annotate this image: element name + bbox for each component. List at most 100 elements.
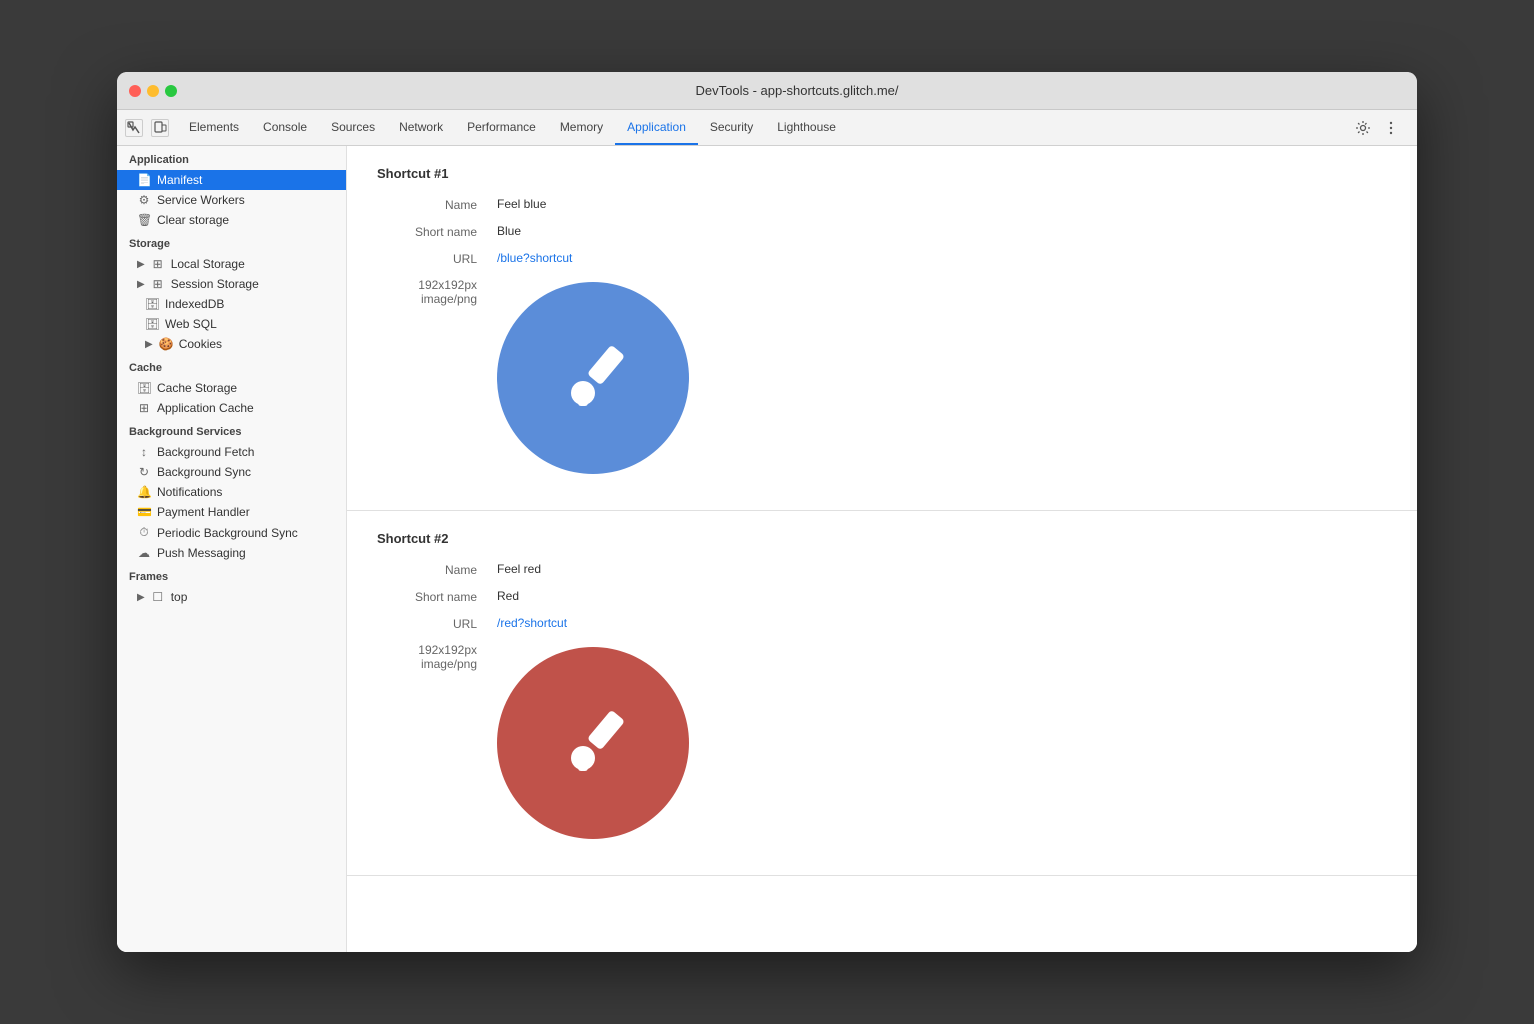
- sidebar-item-clear-storage[interactable]: 🗑 Clear storage: [117, 210, 346, 230]
- shortcut-1-name-value: Feel blue: [497, 197, 546, 211]
- shortcut-2-name-field: Name Feel red: [377, 562, 1387, 577]
- bell-icon: 🔔: [137, 485, 151, 499]
- grid-icon: ⊞: [137, 401, 151, 415]
- close-button[interactable]: [129, 85, 141, 97]
- payment-icon: 💳: [137, 505, 151, 519]
- background-services-header: Background Services: [117, 418, 346, 442]
- storage-section-header: Storage: [117, 230, 346, 254]
- brush-icon: [553, 703, 633, 783]
- sidebar-item-application-cache[interactable]: ⊞ Application Cache: [117, 398, 346, 418]
- maximize-button[interactable]: [165, 85, 177, 97]
- shortcut-1-url-value[interactable]: /blue?shortcut: [497, 251, 572, 265]
- tab-console[interactable]: Console: [251, 110, 319, 145]
- shortcut-2-url-value[interactable]: /red?shortcut: [497, 616, 567, 630]
- arrow-icon: ▶: [145, 339, 153, 350]
- content-area: Shortcut #1 Name Feel blue Short name Bl…: [347, 146, 1417, 952]
- tab-sources[interactable]: Sources: [319, 110, 387, 145]
- sidebar-item-payment-handler[interactable]: 💳 Payment Handler: [117, 502, 346, 522]
- minimize-button[interactable]: [147, 85, 159, 97]
- shortcut-2-shortname-value: Red: [497, 589, 519, 603]
- shortcut-1-name-field: Name Feel blue: [377, 197, 1387, 212]
- shortcut-2-url-field: URL /red?shortcut: [377, 616, 1387, 631]
- shortcut-2-shortname-field: Short name Red: [377, 589, 1387, 604]
- shortcut-1-icon-preview: [497, 282, 689, 474]
- shortcut-1-shortname-field: Short name Blue: [377, 224, 1387, 239]
- gear-icon: ⚙: [137, 193, 151, 207]
- sync-icon: ↻: [137, 465, 151, 479]
- tab-performance[interactable]: Performance: [455, 110, 548, 145]
- sidebar: Application 📄 Manifest ⚙ Service Workers…: [117, 146, 347, 952]
- sidebar-item-cookies[interactable]: ▶ 🍪 Cookies: [117, 334, 346, 354]
- device-icon[interactable]: [151, 119, 169, 137]
- shortcut-2-image-field: 192x192px image/png: [377, 643, 1387, 839]
- arrow-icon: ▶: [137, 592, 145, 603]
- shortcut-1-title: Shortcut #1: [377, 166, 1387, 181]
- application-section-header: Application: [117, 146, 346, 170]
- sidebar-item-manifest[interactable]: 📄 Manifest: [117, 170, 346, 190]
- trash-icon: 🗑: [137, 213, 151, 227]
- more-icon[interactable]: [1381, 118, 1401, 138]
- db-icon: 🗄: [145, 317, 159, 331]
- traffic-lights: [129, 85, 177, 97]
- arrow-icon: ▶: [137, 279, 145, 290]
- shortcut-2-name-value: Feel red: [497, 562, 541, 576]
- tab-network[interactable]: Network: [387, 110, 455, 145]
- sidebar-item-top[interactable]: ▶ ☐ top: [117, 587, 346, 607]
- db-icon: 🗄: [137, 381, 151, 395]
- sidebar-item-background-sync[interactable]: ↻ Background Sync: [117, 462, 346, 482]
- sidebar-item-web-sql[interactable]: 🗄 Web SQL: [117, 314, 346, 334]
- titlebar: DevTools - app-shortcuts.glitch.me/: [117, 72, 1417, 110]
- inspector-icon[interactable]: [125, 119, 143, 137]
- brush-icon: [553, 338, 633, 418]
- sidebar-item-cache-storage[interactable]: 🗄 Cache Storage: [117, 378, 346, 398]
- tab-security[interactable]: Security: [698, 110, 765, 145]
- cache-section-header: Cache: [117, 354, 346, 378]
- shortcut-1-url-field: URL /blue?shortcut: [377, 251, 1387, 266]
- shortcut-2-image-label: 192x192px image/png: [377, 643, 497, 671]
- shortcut-2-url-label: URL: [377, 616, 497, 631]
- frames-section-header: Frames: [117, 563, 346, 587]
- arrow-icon: ▶: [137, 259, 145, 270]
- shortcut-2-shortname-label: Short name: [377, 589, 497, 604]
- db-icon: 🗄: [145, 297, 159, 311]
- sidebar-item-indexeddb[interactable]: 🗄 IndexedDB: [117, 294, 346, 314]
- sidebar-item-notifications[interactable]: 🔔 Notifications: [117, 482, 346, 502]
- frame-icon: ☐: [151, 590, 165, 604]
- shortcut-2-image-wrapper: [497, 643, 689, 839]
- sidebar-item-service-workers[interactable]: ⚙ Service Workers: [117, 190, 346, 210]
- tab-elements[interactable]: Elements: [177, 110, 251, 145]
- sidebar-item-push-messaging[interactable]: ☁ Push Messaging: [117, 543, 346, 563]
- devtools-body: Elements Console Sources Network Perform…: [117, 110, 1417, 952]
- shortcut-2-icon-preview: [497, 647, 689, 839]
- shortcut-1-name-label: Name: [377, 197, 497, 212]
- cloud-icon: ☁: [137, 546, 151, 560]
- grid-icon: ⊞: [151, 277, 165, 291]
- manifest-icon: 📄: [137, 173, 151, 187]
- sidebar-item-periodic-bg-sync[interactable]: ⏱ Periodic Background Sync: [117, 522, 346, 543]
- shortcut-1-image-label: 192x192px image/png: [377, 278, 497, 306]
- tab-application[interactable]: Application: [615, 110, 698, 145]
- fetch-icon: ↕: [137, 445, 151, 459]
- shortcut-1-url-label: URL: [377, 251, 497, 266]
- tab-actions: [1345, 110, 1409, 145]
- tab-icons: [125, 110, 169, 145]
- top-tabs: Elements Console Sources Network Perform…: [117, 110, 1417, 146]
- shortcut-1-image-field: 192x192px image/png: [377, 278, 1387, 474]
- shortcut-1-shortname-label: Short name: [377, 224, 497, 239]
- grid-icon: ⊞: [151, 257, 165, 271]
- sidebar-item-background-fetch[interactable]: ↕ Background Fetch: [117, 442, 346, 462]
- settings-icon[interactable]: [1353, 118, 1373, 138]
- window-title: DevTools - app-shortcuts.glitch.me/: [189, 83, 1405, 98]
- sidebar-item-local-storage[interactable]: ▶ ⊞ Local Storage: [117, 254, 346, 274]
- shortcut-2-section: Shortcut #2 Name Feel red Short name Red…: [347, 511, 1417, 876]
- shortcut-1-section: Shortcut #1 Name Feel blue Short name Bl…: [347, 146, 1417, 511]
- sidebar-item-session-storage[interactable]: ▶ ⊞ Session Storage: [117, 274, 346, 294]
- main-area: Application 📄 Manifest ⚙ Service Workers…: [117, 146, 1417, 952]
- tab-memory[interactable]: Memory: [548, 110, 615, 145]
- shortcut-1-image-wrapper: [497, 278, 689, 474]
- tab-lighthouse[interactable]: Lighthouse: [765, 110, 848, 145]
- shortcut-2-name-label: Name: [377, 562, 497, 577]
- shortcut-1-shortname-value: Blue: [497, 224, 521, 238]
- shortcut-2-title: Shortcut #2: [377, 531, 1387, 546]
- clock-icon: ⏱: [137, 525, 151, 540]
